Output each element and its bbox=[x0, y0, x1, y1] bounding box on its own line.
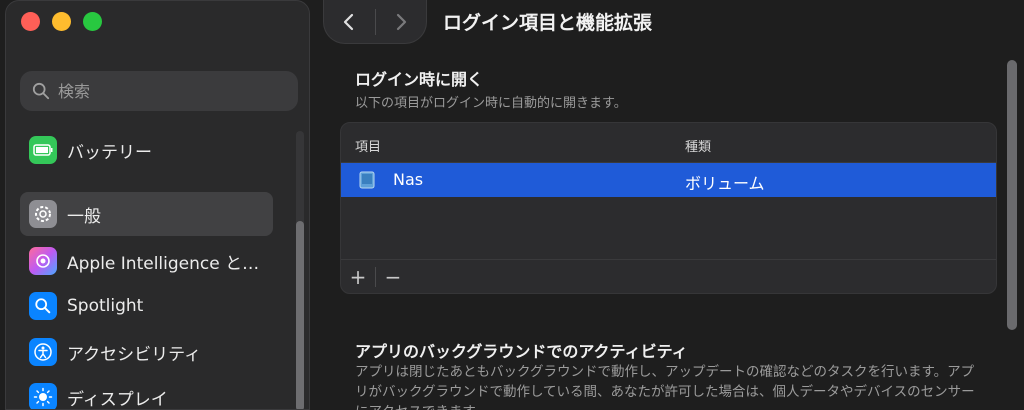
table-row[interactable]: Nas ボリューム bbox=[341, 163, 996, 197]
row-item-name: Nas bbox=[393, 170, 424, 189]
main-pane: ログイン項目と機能拡張 ログイン時に開く 以下の項目がログイン時に自動的に開きま… bbox=[315, 0, 1024, 410]
accessibility-icon bbox=[29, 338, 57, 366]
scrollbar-thumb[interactable] bbox=[1007, 60, 1017, 330]
login-section-title: ログイン時に開く bbox=[355, 70, 484, 89]
battery-icon bbox=[29, 136, 57, 164]
sidebar-item-label: Spotlight bbox=[67, 296, 144, 316]
search-field[interactable] bbox=[20, 71, 298, 111]
sidebar-item-displays[interactable]: ディスプレイ bbox=[20, 375, 273, 410]
main-scrollbar[interactable] bbox=[1005, 60, 1019, 330]
sidebar-item-accessibility[interactable]: アクセシビリティ bbox=[20, 330, 273, 374]
minimize-window-button[interactable] bbox=[52, 12, 71, 31]
close-window-button[interactable] bbox=[21, 12, 40, 31]
forward-button[interactable] bbox=[375, 2, 426, 42]
magnifier-icon bbox=[29, 292, 57, 320]
apple-intelligence-icon bbox=[29, 247, 57, 275]
search-input[interactable] bbox=[58, 81, 278, 101]
window-controls bbox=[21, 12, 102, 31]
login-section-description: 以下の項目がログイン時に自動的に開きます。 bbox=[355, 96, 627, 111]
sidebar-item-label: Apple Intelligence と… bbox=[67, 253, 260, 274]
scrollbar-thumb[interactable] bbox=[296, 221, 304, 409]
sidebar-item-general[interactable]: 一般 bbox=[20, 192, 273, 236]
sidebar-scrollbar[interactable] bbox=[292, 131, 308, 409]
volume-icon bbox=[359, 171, 375, 189]
sidebar-item-label: アクセシビリティ bbox=[67, 344, 202, 365]
background-section-description: アプリは閉じたあともバックグラウンドで動作し、アップデートの確認などのタスクを行… bbox=[355, 364, 975, 410]
back-button[interactable] bbox=[324, 2, 375, 42]
chevron-right-icon bbox=[396, 13, 406, 30]
table-footer: + − bbox=[341, 259, 996, 293]
remove-button[interactable]: − bbox=[376, 262, 410, 292]
sidebar-item-battery[interactable]: バッテリー bbox=[20, 128, 273, 172]
sidebar: バッテリー 一般 Apple Intelligence と… Spotlight… bbox=[5, 0, 310, 410]
sidebar-item-label: バッテリー bbox=[67, 142, 152, 163]
background-section-title: アプリのバックグラウンドでのアクティビティ bbox=[355, 342, 688, 361]
row-item-kind: ボリューム bbox=[685, 174, 765, 193]
table-header: 項目 種類 bbox=[341, 123, 996, 163]
sidebar-item-apple-intelligence[interactable]: Apple Intelligence と… bbox=[20, 239, 273, 283]
sun-icon bbox=[29, 383, 57, 409]
page-title: ログイン項目と機能拡張 bbox=[443, 12, 653, 34]
sidebar-item-spotlight[interactable]: Spotlight bbox=[20, 284, 273, 328]
column-header-kind[interactable]: 種類 bbox=[685, 136, 711, 155]
sidebar-item-label: ディスプレイ bbox=[67, 389, 168, 410]
login-items-table: 項目 種類 Nas ボリューム + − bbox=[340, 122, 997, 294]
chevron-left-icon bbox=[344, 13, 354, 30]
gear-icon bbox=[29, 200, 57, 228]
sidebar-item-label: 一般 bbox=[67, 206, 101, 227]
navigation-buttons bbox=[323, 0, 427, 44]
zoom-window-button[interactable] bbox=[83, 12, 102, 31]
column-header-item[interactable]: 項目 bbox=[355, 136, 381, 155]
add-button[interactable]: + bbox=[341, 262, 375, 292]
search-icon bbox=[32, 82, 50, 100]
